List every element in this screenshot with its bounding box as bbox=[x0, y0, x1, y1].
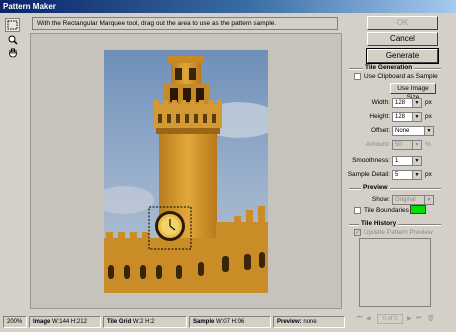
tile-boundaries-label: Tile Boundaries bbox=[364, 207, 409, 214]
smoothness-select[interactable]: 1 ▼ bbox=[392, 156, 422, 166]
show-value: Original bbox=[395, 197, 416, 203]
smoothness-label: Smoothness: bbox=[352, 157, 390, 164]
use-image-size-button[interactable]: Use Image Size bbox=[390, 83, 436, 101]
prev-tile-icon[interactable]: ◀ bbox=[366, 315, 371, 322]
sample-detail-unit: px bbox=[425, 171, 432, 178]
tile-grid-status: Tile Grid W:2 H:2 bbox=[103, 316, 187, 328]
generate-button[interactable]: Generate bbox=[366, 48, 439, 64]
last-tile-icon[interactable]: ⏭ bbox=[416, 315, 421, 322]
amount-label: Amount: bbox=[365, 141, 390, 148]
sample-size-status: Sample W:07 H:06 bbox=[189, 316, 271, 328]
update-pattern-preview-label: Update Pattern Preview bbox=[364, 229, 433, 236]
chevron-down-icon[interactable]: ▼ bbox=[412, 171, 421, 179]
sample-detail-value: 5 bbox=[395, 172, 399, 178]
preview-status-value: none bbox=[303, 319, 317, 325]
window-title: Pattern Maker bbox=[3, 2, 56, 11]
chevron-down-icon[interactable]: ▼ bbox=[424, 196, 433, 204]
amount-unit: % bbox=[425, 141, 431, 148]
image-status-value: W:144 H:212 bbox=[52, 319, 87, 325]
use-clipboard-label: Use Clipboard as Sample bbox=[364, 73, 438, 80]
tile-grid-status-value: W:2 H:2 bbox=[132, 319, 155, 325]
rectangular-marquee-tool[interactable] bbox=[5, 18, 20, 32]
source-image[interactable] bbox=[104, 50, 268, 293]
delete-tile-icon[interactable]: 🗑 bbox=[427, 315, 435, 322]
height-field[interactable]: 128 ▼ bbox=[392, 112, 422, 122]
image-size-status: Image W:144 H:212 bbox=[29, 316, 101, 328]
update-pattern-preview-checkbox[interactable] bbox=[354, 228, 361, 236]
hand-icon bbox=[8, 47, 17, 57]
height-unit: px bbox=[425, 113, 432, 120]
offset-select[interactable]: None ▼ bbox=[392, 126, 434, 136]
smoothness-value: 1 bbox=[395, 158, 399, 164]
tile-counter: 0 of 0 bbox=[377, 314, 403, 324]
hand-tool[interactable] bbox=[5, 45, 20, 59]
sample-status-value: W:07 H:06 bbox=[216, 319, 245, 325]
tile-history-preview bbox=[359, 238, 431, 307]
width-field[interactable]: 128 ▼ bbox=[392, 98, 422, 108]
offset-value: None bbox=[395, 128, 410, 134]
ok-button[interactable]: OK bbox=[367, 16, 438, 30]
preview-status-label: Preview: bbox=[277, 319, 302, 325]
height-value: 128 bbox=[395, 114, 406, 120]
chevron-down-icon[interactable]: ▼ bbox=[412, 157, 421, 165]
chevron-down-icon[interactable]: ▼ bbox=[412, 141, 421, 149]
cancel-button[interactable]: Cancel bbox=[367, 32, 438, 46]
next-tile-icon[interactable]: ▶ bbox=[407, 315, 412, 322]
sample-status-label: Sample bbox=[193, 319, 215, 325]
tile-grid-status-label: Tile Grid bbox=[107, 319, 132, 325]
tile-history-title: Tile History bbox=[359, 220, 399, 228]
preview-status: Preview: none bbox=[273, 316, 345, 328]
show-label: Show: bbox=[371, 196, 390, 203]
image-status-label: Image bbox=[33, 319, 51, 325]
amount-field[interactable]: 50 ▼ bbox=[392, 140, 422, 150]
first-tile-icon[interactable]: ⏮ bbox=[357, 315, 362, 322]
window-title-bar: Pattern Maker bbox=[0, 0, 456, 13]
tool-hint-text: With the Rectangular Marquee tool, drag … bbox=[32, 17, 338, 30]
sample-detail-field[interactable]: 5 ▼ bbox=[392, 170, 422, 180]
zoom-level: 200% bbox=[3, 316, 27, 328]
zoom-icon bbox=[8, 35, 18, 45]
preview-title: Preview bbox=[361, 184, 390, 192]
amount-value: 50 bbox=[395, 142, 402, 148]
width-unit: px bbox=[425, 99, 432, 106]
height-label: Height: bbox=[369, 113, 390, 120]
marquee-icon bbox=[7, 20, 18, 30]
chevron-down-icon[interactable]: ▼ bbox=[424, 127, 433, 135]
sample-detail-label: Sample Detail: bbox=[347, 171, 390, 178]
chevron-down-icon[interactable]: ▼ bbox=[412, 113, 421, 121]
tile-history-nav: ⏮ ◀ 0 of 0 ▶ ⏭ 🗑 bbox=[357, 314, 437, 324]
show-select[interactable]: Original ▼ bbox=[392, 195, 434, 205]
status-bar: 200% Image W:144 H:212 Tile Grid W:2 H:2… bbox=[3, 316, 345, 328]
tile-boundaries-checkbox[interactable] bbox=[354, 207, 361, 214]
width-label: Width: bbox=[371, 99, 390, 106]
boundary-color-swatch[interactable] bbox=[410, 205, 426, 214]
tile-generation-title: Tile Generation bbox=[363, 64, 415, 72]
width-value: 128 bbox=[395, 100, 406, 106]
chevron-down-icon[interactable]: ▼ bbox=[412, 99, 421, 107]
offset-label: Offset: bbox=[370, 127, 390, 134]
use-clipboard-checkbox[interactable] bbox=[354, 73, 361, 80]
